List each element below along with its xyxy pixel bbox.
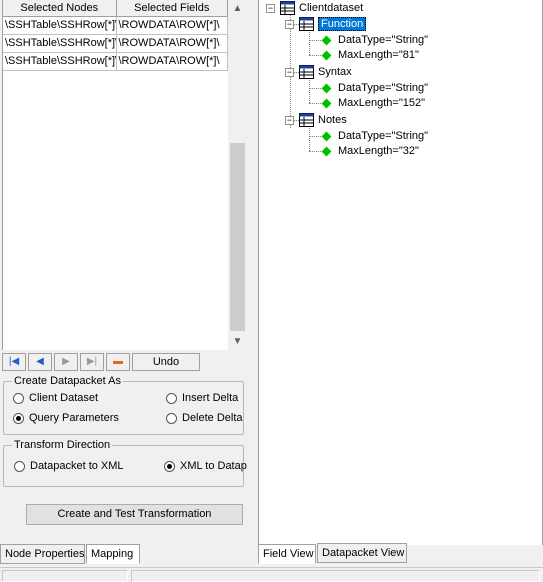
tree-connector [309,30,310,55]
field-tree[interactable]: − Clientdataset − Function DataType="Str… [258,0,543,545]
undo-button[interactable]: Undo [132,353,200,371]
attribute-diamond-icon [321,50,332,60]
attribute-diamond-icon [321,98,332,108]
create-datapacket-title: Create Datapacket As [12,375,124,388]
table-row[interactable]: \SSHTable\SSHRow[*]\ \ROWDATA\ROW[*]\ [3,17,228,35]
tree-leaf[interactable]: DataType="String" [319,128,428,144]
radio-button-icon[interactable] [166,392,177,404]
grid-header: Selected Nodes Selected Fields [3,0,228,17]
field-table-icon [299,65,314,79]
tree-leaf-label[interactable]: DataType="String" [338,130,428,142]
tab-node-properties[interactable]: Node Properties [0,544,85,564]
grid-vertical-scrollbar[interactable]: ▲ ▼ [229,0,246,350]
collapse-icon[interactable]: − [285,19,294,29]
tab-field-view[interactable]: Field View [258,544,316,564]
tree-node-label[interactable]: Function [318,17,367,31]
radio-xml-to-datapacket[interactable]: XML to Datap [164,460,247,472]
tree-leaf[interactable]: MaxLength="81" [319,47,419,63]
tree-node-label[interactable]: Syntax [318,66,352,78]
radio-label: Insert Delta [182,392,239,404]
collapse-icon[interactable]: − [285,67,294,77]
tree-leaf-label[interactable]: DataType="String" [338,82,428,94]
field-table-icon [299,113,314,127]
column-header-selected-fields[interactable]: Selected Fields [116,0,228,17]
grid-cell-field[interactable]: \ROWDATA\ROW[*]\ [116,17,228,35]
status-bar [0,567,543,582]
radio-label: Datapacket to XML [30,460,124,472]
delete-record-icon[interactable]: ▬ [106,353,130,371]
tree-node-root[interactable]: − Clientdataset [266,0,363,16]
grid-cell-node[interactable]: \SSHTable\SSHRow[*]\ [3,35,117,53]
radio-insert-delta[interactable]: Insert Delta [166,392,238,404]
grid-cell-field[interactable]: \ROWDATA\ROW[*]\ [116,35,228,53]
attribute-diamond-icon [321,146,332,156]
collapse-icon[interactable]: − [285,115,294,125]
radio-label: XML to Datap [180,460,247,472]
tree-leaf-label[interactable]: MaxLength="81" [338,49,419,61]
tab-datapacket-view[interactable]: Datapacket View [317,543,407,563]
tree-connector [309,126,310,151]
grid-cell-field[interactable]: \ROWDATA\ROW[*]\ [116,53,228,71]
scroll-down-arrow-icon[interactable]: ▼ [229,333,246,350]
radio-query-parameters[interactable]: Query Parameters [13,412,119,424]
tree-node-syntax[interactable]: − Syntax [285,64,352,80]
create-datapacket-group: Create Datapacket As Client Dataset Quer… [3,375,244,435]
status-pane [2,570,128,582]
dataset-icon [280,1,295,15]
attribute-diamond-icon [321,35,332,45]
collapse-icon[interactable]: − [266,3,275,13]
table-row[interactable]: \SSHTable\SSHRow[*]\ \ROWDATA\ROW[*]\ [3,53,228,71]
column-header-selected-nodes[interactable]: Selected Nodes [3,0,117,17]
left-panel: Selected Nodes Selected Fields \SSHTable… [0,0,247,565]
radio-delete-delta[interactable]: Delete Delta [166,412,243,424]
create-and-test-transformation-button[interactable]: Create and Test Transformation [26,504,243,525]
mapping-grid[interactable]: Selected Nodes Selected Fields \SSHTable… [2,0,228,350]
tab-mapping[interactable]: Mapping [86,544,140,564]
tree-leaf-label[interactable]: MaxLength="152" [338,97,425,109]
prior-record-icon[interactable]: ◀ [28,353,52,371]
grid-navigator: |◀ ◀ ▶ ▶| ▬ Undo [2,353,246,373]
radio-button-checked-icon[interactable] [13,412,24,424]
tree-leaf[interactable]: MaxLength="32" [319,143,419,159]
tree-node-label[interactable]: Notes [318,114,347,126]
scroll-up-arrow-icon[interactable]: ▲ [229,0,246,17]
table-row[interactable]: \SSHTable\SSHRow[*]\ \ROWDATA\ROW[*]\ [3,35,228,53]
tree-node-notes[interactable]: − Notes [285,112,347,128]
grid-cell-node[interactable]: \SSHTable\SSHRow[*]\ [3,53,117,71]
radio-button-icon[interactable] [13,392,24,404]
tree-node-function[interactable]: − Function [285,16,367,32]
grid-cell-node[interactable]: \SSHTable\SSHRow[*]\ [3,17,117,35]
attribute-diamond-icon [321,83,332,93]
scrollbar-thumb[interactable] [230,143,245,331]
radio-button-checked-icon[interactable] [164,460,175,472]
radio-button-icon[interactable] [166,412,177,424]
radio-datapacket-to-xml[interactable]: Datapacket to XML [14,460,124,472]
tree-node-label[interactable]: Clientdataset [299,2,363,14]
last-record-icon[interactable]: ▶| [80,353,104,371]
radio-label: Query Parameters [29,412,119,424]
tree-leaf[interactable]: DataType="String" [319,32,428,48]
transform-direction-group: Transform Direction Datapacket to XML XM… [3,439,247,487]
tree-leaf-label[interactable]: MaxLength="32" [338,145,419,157]
radio-button-icon[interactable] [14,460,25,472]
tree-leaf[interactable]: DataType="String" [319,80,428,96]
first-record-icon[interactable]: |◀ [2,353,26,371]
tree-connector [309,78,310,103]
radio-label: Delete Delta [182,412,243,424]
radio-client-dataset[interactable]: Client Dataset [13,392,98,404]
transform-direction-title: Transform Direction [12,439,113,452]
radio-label: Client Dataset [29,392,99,404]
tree-leaf-label[interactable]: DataType="String" [338,34,428,46]
tree-leaf[interactable]: MaxLength="152" [319,95,425,111]
status-pane [131,570,540,582]
attribute-diamond-icon [321,131,332,141]
next-record-icon[interactable]: ▶ [54,353,78,371]
field-table-icon [299,17,314,31]
